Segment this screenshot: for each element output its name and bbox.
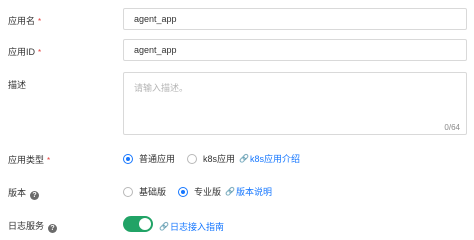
- app-id-label-text: 应用ID: [8, 47, 36, 57]
- version-info-link-text: 版本说明: [236, 187, 273, 197]
- question-circle-icon[interactable]: ?: [48, 224, 58, 233]
- option-label: 基础版: [139, 187, 167, 197]
- radio-checked-icon[interactable]: [178, 186, 189, 197]
- description-label: 描述: [8, 78, 26, 91]
- link-icon: 🔗: [239, 154, 249, 163]
- log-service-label: 日志服务?: [8, 219, 58, 233]
- required-mark: *: [47, 156, 51, 165]
- app-name-label-text: 应用名: [8, 16, 36, 26]
- app-name-value: agent_app: [134, 14, 177, 24]
- link-icon: 🔗: [225, 187, 235, 196]
- app-type-option-normal[interactable]: 普通应用: [123, 152, 175, 165]
- k8s-intro-link[interactable]: 🔗 k8s应用介绍: [239, 152, 300, 165]
- k8s-intro-link-text: k8s应用介绍: [250, 154, 301, 164]
- version-radio-group: 基础版 专业版 🔗 版本说明: [123, 185, 272, 198]
- app-type-option-k8s[interactable]: k8s应用: [187, 152, 235, 165]
- log-guide-link-text: 日志接入指南: [169, 222, 224, 232]
- app-id-label: 应用ID *: [8, 45, 41, 58]
- version-info-link[interactable]: 🔗 版本说明: [225, 185, 272, 198]
- radio-unchecked-icon[interactable]: [123, 186, 133, 197]
- required-mark: *: [38, 48, 42, 57]
- description-label-text: 描述: [8, 80, 27, 90]
- app-name-label: 应用名 *: [8, 14, 41, 27]
- app-type-label: 应用类型 *: [8, 153, 50, 166]
- version-label-text: 版本: [8, 188, 27, 198]
- app-name-input[interactable]: agent_app: [123, 8, 467, 30]
- app-id-input[interactable]: agent_app: [123, 39, 467, 61]
- description-char-counter: 0/64: [444, 123, 460, 132]
- app-type-label-text: 应用类型: [8, 155, 45, 165]
- version-option-basic[interactable]: 基础版: [123, 185, 166, 198]
- radio-checked-icon[interactable]: [123, 153, 133, 164]
- log-service-label-text: 日志服务: [8, 221, 45, 231]
- log-service-row: 🔗 日志接入指南: [123, 214, 224, 233]
- log-guide-link[interactable]: 🔗 日志接入指南: [159, 220, 224, 233]
- description-textarea[interactable]: 请输入描述。 0/64: [123, 72, 467, 135]
- app-type-radio-group: 普通应用 k8s应用 🔗 k8s应用介绍: [123, 152, 300, 165]
- radio-unchecked-icon[interactable]: [187, 153, 198, 164]
- required-mark: *: [38, 17, 42, 26]
- version-option-pro[interactable]: 专业版: [178, 185, 221, 198]
- option-label: k8s应用: [203, 154, 236, 164]
- option-label: 普通应用: [139, 154, 176, 164]
- link-icon: 🔗: [159, 222, 169, 231]
- version-label: 版本?: [8, 186, 40, 200]
- description-placeholder: 请输入描述。: [134, 83, 189, 93]
- option-label: 专业版: [194, 187, 222, 197]
- app-id-value: agent_app: [134, 45, 177, 55]
- log-service-toggle[interactable]: [123, 215, 153, 232]
- question-circle-icon[interactable]: ?: [30, 191, 40, 200]
